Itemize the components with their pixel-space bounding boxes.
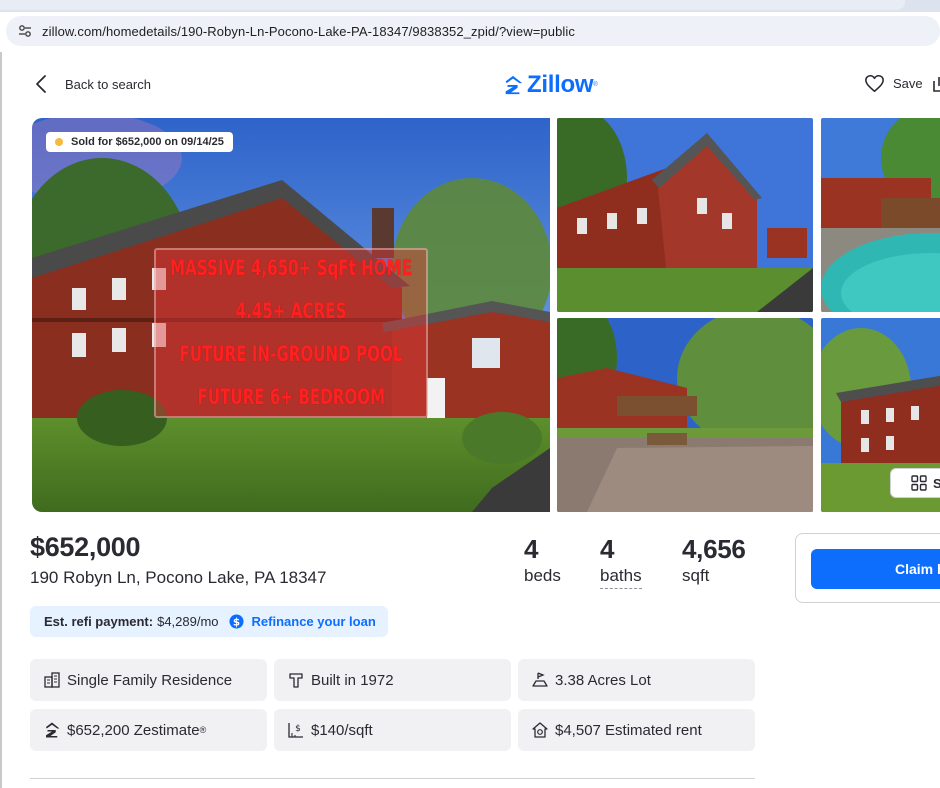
photo-promo-overlay: MASSIVE 4,650+ SqFt HOME 4.45+ ACRES FUT…	[154, 248, 428, 418]
chevron-left-icon	[36, 75, 46, 93]
url-text[interactable]: zillow.com/homedetails/190-Robyn-Ln-Poco…	[42, 24, 575, 39]
zillow-logo[interactable]: Zillow ®	[502, 71, 598, 99]
fact-price-per-sqft: $ $140/sqft	[274, 709, 511, 751]
fact-year-built: Built in 1972	[274, 659, 511, 701]
main-listing-photo[interactable]: Sold for $652,000 on 09/14/25 MASSIVE 4,…	[32, 118, 550, 512]
back-to-search-label: Back to search	[65, 76, 151, 92]
hammer-icon	[286, 670, 306, 690]
promo-line: 4.45+ ACRES	[235, 299, 347, 323]
heart-icon	[865, 74, 884, 93]
fact-year-built-text: Built in 1972	[311, 671, 394, 689]
fact-home-type-text: Single Family Residence	[67, 671, 233, 689]
sqft-count: 4,656	[682, 534, 746, 564]
browser-tab-strip	[0, 0, 940, 12]
listing-address: 190 Robyn Ln, Pocono Lake, PA 18347	[30, 568, 327, 587]
zestimate-registered-mark: ®	[199, 725, 207, 735]
share-icon[interactable]	[932, 75, 940, 93]
beds-count: 4	[524, 534, 539, 564]
tune-icon[interactable]	[16, 22, 34, 40]
baths-count: 4	[600, 534, 615, 564]
section-divider	[30, 778, 755, 779]
house-side-image	[557, 118, 813, 312]
gallery-thumbnail[interactable]	[821, 118, 940, 312]
lot-icon	[530, 670, 550, 690]
save-button[interactable]: Save	[864, 74, 923, 93]
dollar-circle-icon: $	[229, 614, 244, 629]
beds-stat: 4 beds	[524, 534, 561, 586]
url-bar[interactable]: zillow.com/homedetails/190-Robyn-Ln-Poco…	[6, 16, 940, 46]
svg-text:$: $	[232, 616, 239, 628]
fact-estimated-rent[interactable]: $4,507 Estimated rent	[518, 709, 755, 751]
sqft-label: sqft	[682, 566, 710, 585]
back-to-search-link[interactable]: Back to search	[30, 72, 151, 96]
baths-stat: 4 baths	[600, 534, 642, 589]
save-label: Save	[893, 76, 923, 91]
see-all-photos-button[interactable]: S	[890, 468, 940, 498]
claim-home-card: Claim h	[795, 533, 940, 603]
fact-zestimate-text: $652,200 Zestimate	[67, 721, 200, 739]
top-nav: Back to search Zillow ® Save	[30, 62, 940, 108]
pool-image	[821, 118, 940, 312]
sold-status-badge: Sold for $652,000 on 09/14/25	[46, 132, 233, 152]
grid-icon	[911, 475, 927, 491]
fact-estimated-rent-text: $4,507 Estimated rent	[555, 721, 702, 739]
promo-line: MASSIVE 4,650+ SqFt HOME	[170, 256, 412, 280]
page-edge	[0, 52, 2, 788]
refinance-loan-link[interactable]: Refinance your loan	[252, 614, 376, 629]
listing-price: $652,000	[30, 532, 141, 562]
browser-tab[interactable]	[0, 0, 905, 10]
sold-status-text: Sold for $652,000 on 09/14/25	[71, 136, 224, 148]
fact-zestimate[interactable]: $652,200 Zestimate ®	[30, 709, 267, 751]
sqft-stat: 4,656 sqft	[682, 534, 746, 586]
gallery-thumbnail[interactable]	[557, 118, 813, 312]
refi-value: $4,289/mo	[157, 614, 219, 629]
zillow-logo-text: Zillow	[527, 71, 594, 98]
baths-label[interactable]: baths	[600, 566, 642, 589]
refi-label: Est. refi payment:	[44, 614, 154, 629]
backyard-patio-image	[557, 318, 813, 512]
beds-label: beds	[524, 566, 561, 585]
price-sqft-icon: $	[286, 720, 306, 740]
fact-home-type: Single Family Residence	[30, 659, 267, 701]
rent-icon	[530, 720, 550, 740]
promo-line: FUTURE IN-GROUND POOL	[179, 342, 403, 366]
zillow-logo-icon	[505, 75, 523, 95]
fact-price-per-sqft-text: $140/sqft	[311, 721, 373, 739]
building-icon	[42, 670, 62, 690]
logo-registered-mark: ®	[593, 82, 598, 88]
refi-payment-bar: Est. refi payment: $4,289/mo $ Refinance…	[30, 606, 388, 637]
see-all-label: S	[933, 475, 940, 491]
sold-status-dot	[55, 138, 63, 146]
claim-home-button[interactable]: Claim h	[811, 549, 940, 589]
promo-line: FUTURE 6+ BEDROOM	[197, 385, 385, 409]
gallery-thumbnail[interactable]	[557, 318, 813, 512]
fact-lot-size-text: 3.38 Acres Lot	[555, 671, 651, 689]
svg-text:$: $	[295, 724, 301, 734]
zestimate-icon	[42, 720, 62, 740]
fact-lot-size: 3.38 Acres Lot	[518, 659, 755, 701]
